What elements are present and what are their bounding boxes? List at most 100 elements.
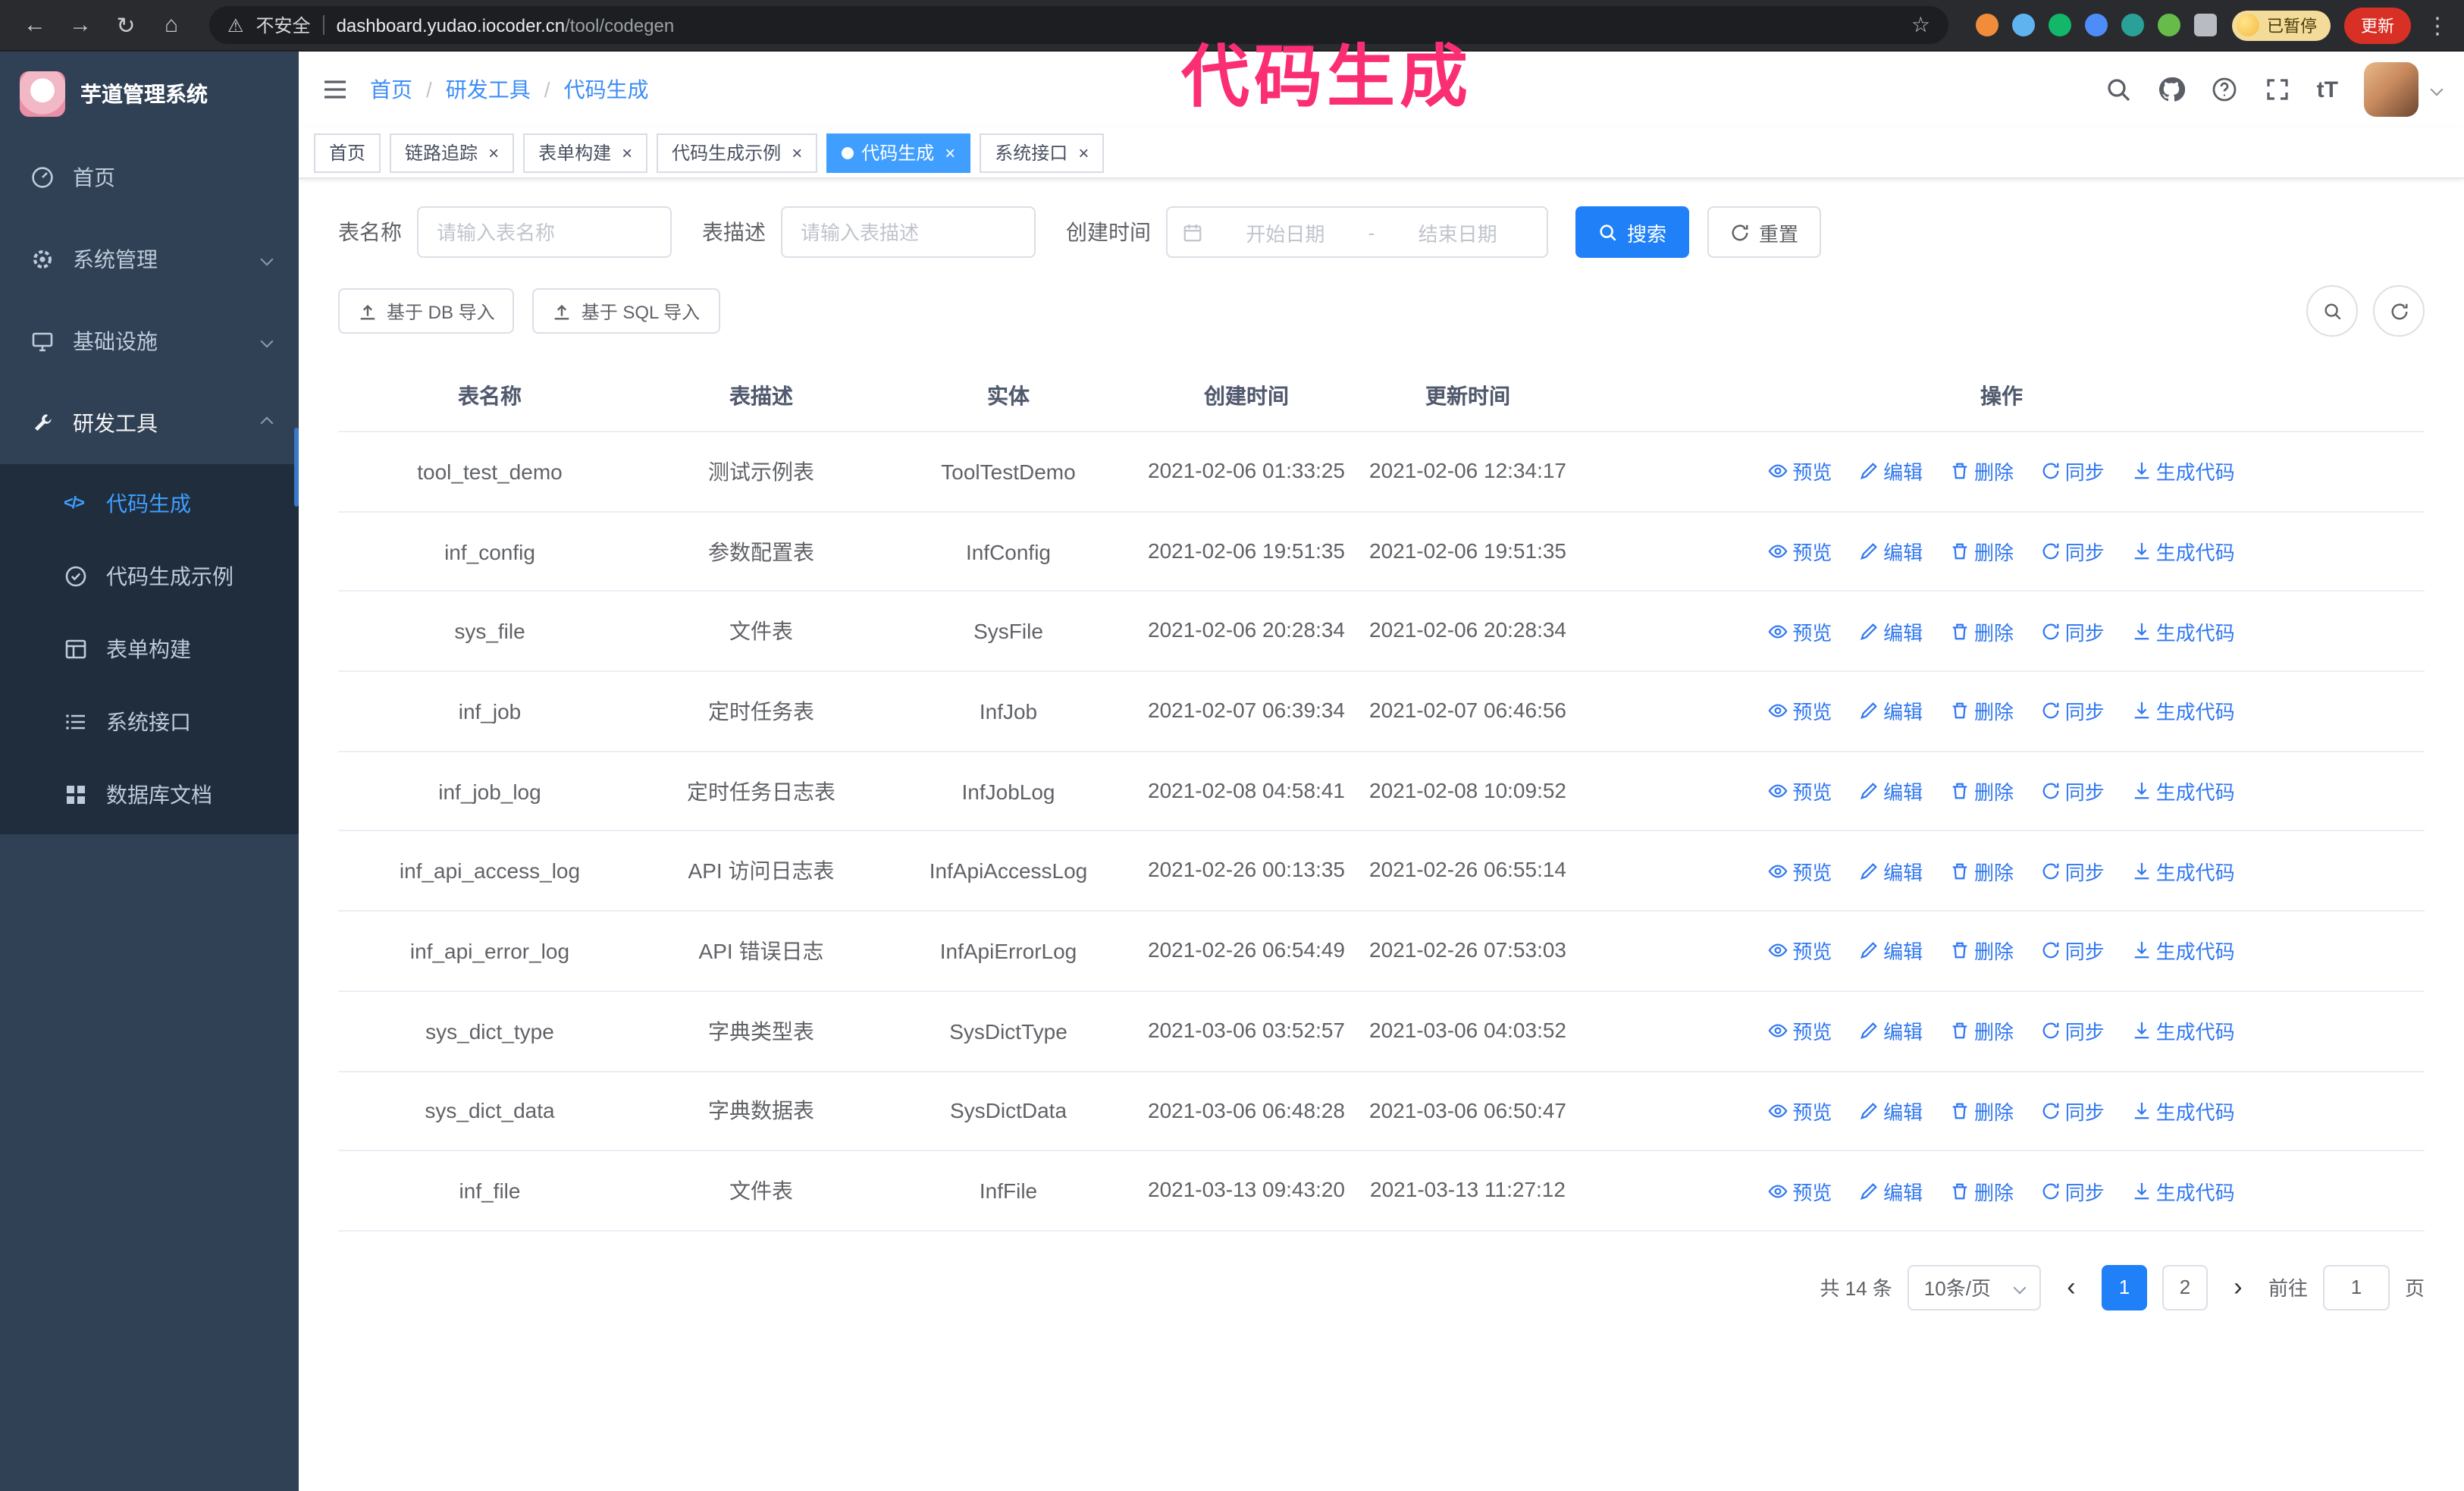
tab-codegen[interactable]: 代码生成 × (826, 133, 971, 172)
tab-system-api[interactable]: 系统接口 × (980, 133, 1105, 172)
sync-link[interactable]: 同步 (2041, 537, 2105, 566)
delete-link[interactable]: 删除 (1950, 697, 2014, 726)
preview-link[interactable]: 预览 (1768, 457, 1832, 486)
delete-link[interactable]: 删除 (1950, 537, 2014, 566)
tab-link-tracing[interactable]: 链路追踪 × (390, 133, 515, 172)
next-page-button[interactable]: › (2223, 1265, 2253, 1311)
create-time-range-picker[interactable]: 开始日期 - 结束日期 (1166, 206, 1548, 258)
edit-link[interactable]: 编辑 (1859, 937, 1923, 965)
help-icon[interactable] (2211, 76, 2238, 103)
sync-link[interactable]: 同步 (2041, 937, 2105, 965)
sidebar-subitem-codegen-example[interactable]: 代码生成示例 (0, 540, 299, 613)
generate-code-link[interactable]: 生成代码 (2132, 1016, 2235, 1045)
page-button-2[interactable]: 2 (2161, 1264, 2208, 1311)
sidebar-scrollbar-thumb[interactable] (294, 428, 299, 507)
close-icon[interactable]: × (945, 142, 955, 163)
app-logo[interactable]: 芋道管理系统 (0, 52, 299, 137)
import-sql-button[interactable]: 基于 SQL 导入 (532, 288, 720, 334)
edit-link[interactable]: 编辑 (1859, 1016, 1923, 1045)
sync-link[interactable]: 同步 (2041, 777, 2105, 805)
toggle-search-button[interactable] (2306, 285, 2358, 337)
tab-home[interactable]: 首页 (314, 133, 381, 172)
breadcrumb-dev-tools[interactable]: 研发工具 (446, 74, 531, 105)
extension-icon-6[interactable] (2158, 14, 2180, 36)
edit-link[interactable]: 编辑 (1859, 697, 1923, 726)
delete-link[interactable]: 删除 (1950, 617, 2014, 645)
sync-link[interactable]: 同步 (2041, 1176, 2105, 1205)
home-icon[interactable]: ⌂ (152, 5, 191, 45)
preview-link[interactable]: 预览 (1768, 617, 1832, 645)
sync-link[interactable]: 同步 (2041, 1097, 2105, 1125)
delete-link[interactable]: 删除 (1950, 777, 2014, 805)
reload-icon[interactable]: ↻ (106, 5, 146, 45)
github-icon[interactable] (2158, 76, 2185, 103)
sync-link[interactable]: 同步 (2041, 457, 2105, 486)
edit-link[interactable]: 编辑 (1859, 617, 1923, 645)
refresh-table-button[interactable] (2373, 285, 2425, 337)
search-button[interactable]: 搜索 (1575, 206, 1690, 258)
avatar-caret-icon[interactable] (2430, 83, 2444, 96)
preview-link[interactable]: 预览 (1768, 537, 1832, 566)
preview-link[interactable]: 预览 (1768, 1016, 1832, 1045)
preview-link[interactable]: 预览 (1768, 857, 1832, 886)
sync-link[interactable]: 同步 (2041, 857, 2105, 886)
delete-link[interactable]: 删除 (1950, 1097, 2014, 1125)
sync-link[interactable]: 同步 (2041, 697, 2105, 726)
forward-icon[interactable]: → (61, 5, 100, 45)
preview-link[interactable]: 预览 (1768, 1176, 1832, 1205)
close-icon[interactable]: × (792, 142, 802, 163)
preview-link[interactable]: 预览 (1768, 777, 1832, 805)
delete-link[interactable]: 删除 (1950, 1016, 2014, 1045)
edit-link[interactable]: 编辑 (1859, 1097, 1923, 1125)
delete-link[interactable]: 删除 (1950, 937, 2014, 965)
table-desc-input[interactable] (781, 206, 1036, 258)
preview-link[interactable]: 预览 (1768, 697, 1832, 726)
preview-link[interactable]: 预览 (1768, 1097, 1832, 1125)
sync-link[interactable]: 同步 (2041, 1016, 2105, 1045)
edit-link[interactable]: 编辑 (1859, 1176, 1923, 1205)
hamburger-icon[interactable] (321, 76, 349, 103)
generate-code-link[interactable]: 生成代码 (2132, 537, 2235, 566)
close-icon[interactable]: × (622, 142, 632, 163)
delete-link[interactable]: 删除 (1950, 457, 2014, 486)
font-size-icon[interactable]: tT (2317, 77, 2338, 102)
generate-code-link[interactable]: 生成代码 (2132, 1176, 2235, 1205)
search-icon[interactable] (2105, 76, 2132, 103)
avatar[interactable] (2364, 62, 2419, 117)
sidebar-subitem-db-doc[interactable]: 数据库文档 (0, 758, 299, 831)
goto-page-input[interactable] (2322, 1264, 2390, 1311)
close-icon[interactable]: × (1078, 142, 1089, 163)
tab-codegen-example[interactable]: 代码生成示例 × (657, 133, 818, 172)
prev-page-button[interactable]: ‹ (2056, 1265, 2086, 1311)
table-name-input[interactable] (417, 206, 672, 258)
fullscreen-icon[interactable] (2264, 76, 2291, 103)
breadcrumb-home[interactable]: 首页 (370, 74, 412, 105)
close-icon[interactable]: × (488, 142, 499, 163)
extensions-puzzle-icon[interactable] (2194, 14, 2217, 36)
sidebar-subitem-system-api[interactable]: 系统接口 (0, 686, 299, 758)
generate-code-link[interactable]: 生成代码 (2132, 857, 2235, 886)
reset-button[interactable]: 重置 (1707, 206, 1822, 258)
edit-link[interactable]: 编辑 (1859, 777, 1923, 805)
sidebar-subitem-codegen[interactable]: </> 代码生成 (0, 467, 299, 540)
sidebar-item-home[interactable]: 首页 (0, 137, 299, 218)
tab-form-builder[interactable]: 表单构建 × (523, 133, 648, 172)
import-db-button[interactable]: 基于 DB 导入 (338, 288, 515, 334)
generate-code-link[interactable]: 生成代码 (2132, 617, 2235, 645)
edit-link[interactable]: 编辑 (1859, 857, 1923, 886)
generate-code-link[interactable]: 生成代码 (2132, 777, 2235, 805)
generate-code-link[interactable]: 生成代码 (2132, 937, 2235, 965)
edit-link[interactable]: 编辑 (1859, 457, 1923, 486)
sidebar-item-system-mgmt[interactable]: 系统管理 (0, 218, 299, 300)
extension-icon-2[interactable] (2012, 14, 2035, 36)
address-bar[interactable]: ⚠ 不安全 dashboard.yudao.iocoder.cn/tool/co… (209, 6, 1948, 44)
preview-link[interactable]: 预览 (1768, 937, 1832, 965)
delete-link[interactable]: 删除 (1950, 857, 2014, 886)
chrome-menu-icon[interactable]: ⋮ (2426, 11, 2449, 39)
back-icon[interactable]: ← (15, 5, 55, 45)
extension-icon-5[interactable] (2121, 14, 2144, 36)
page-button-1[interactable]: 1 (2101, 1264, 2147, 1311)
sidebar-item-dev-tools[interactable]: 研发工具 (0, 382, 299, 464)
generate-code-link[interactable]: 生成代码 (2132, 1097, 2235, 1125)
page-size-select[interactable]: 10条/页 (1907, 1264, 2041, 1311)
